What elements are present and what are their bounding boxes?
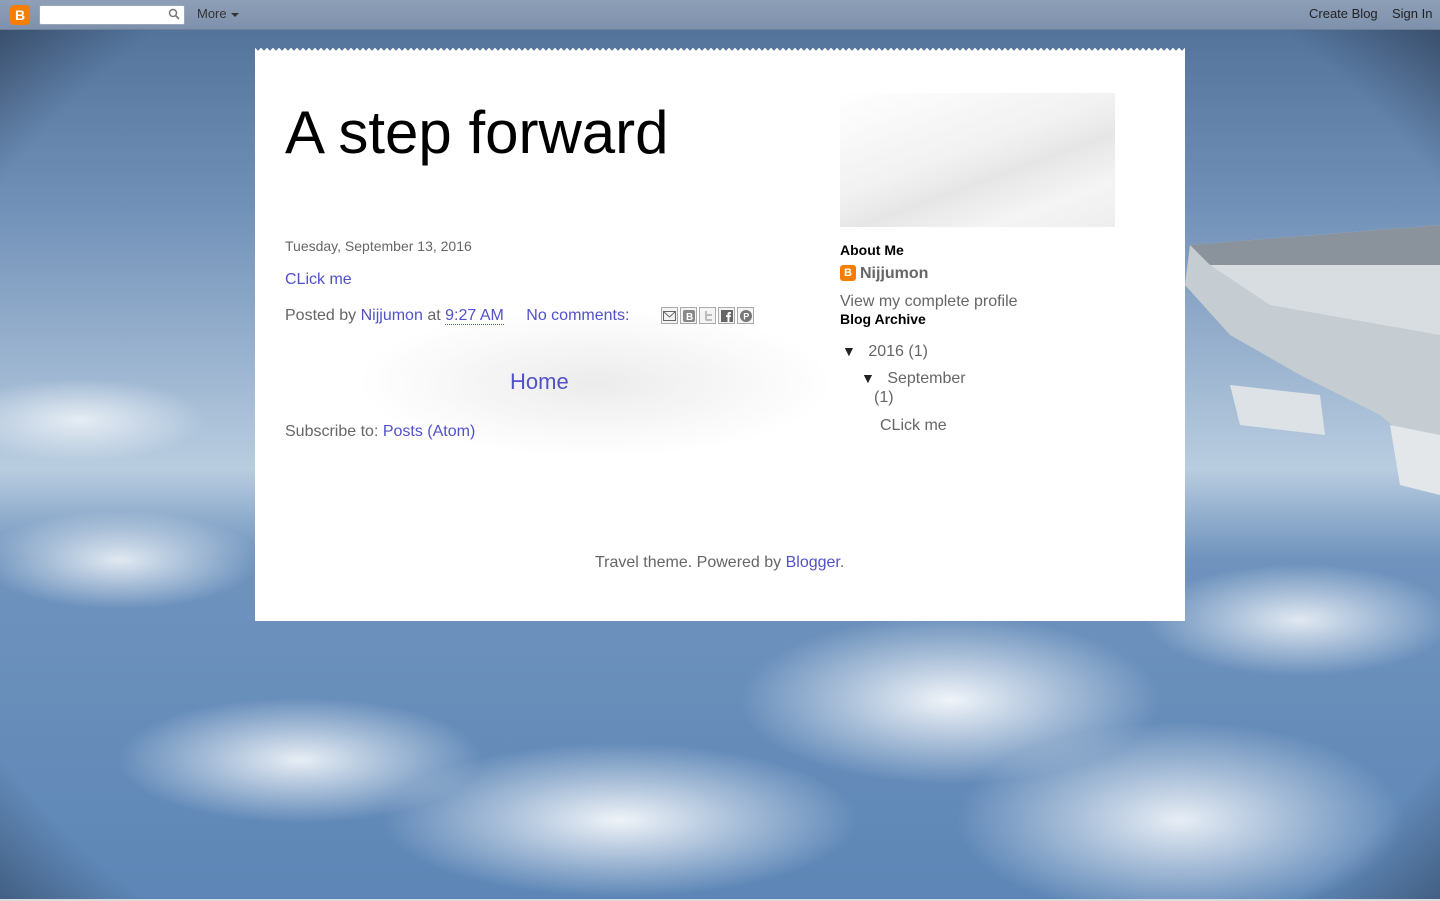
toggle-down-icon[interactable]: ▼	[842, 343, 856, 359]
archive-month-link[interactable]: September	[887, 370, 965, 387]
airplane-wing-background	[1185, 225, 1440, 495]
home-link[interactable]: Home	[510, 369, 569, 395]
post-footer: Posted by Nijjumon at 9:27 AM No comment…	[285, 307, 629, 325]
archive-year-link[interactable]: 2016	[868, 343, 904, 360]
main-content: A step forward Tuesday, September 13, 20…	[255, 53, 1185, 621]
post-time-link[interactable]: 9:27 AM	[445, 307, 504, 325]
search-icon[interactable]	[168, 8, 180, 20]
blog-title[interactable]: A step forward	[285, 98, 669, 167]
subscribe-section: Subscribe to: Posts (Atom)	[285, 423, 475, 441]
at-label: at	[427, 307, 441, 324]
archive-year-row: ▼ 2016 (1)	[842, 343, 928, 361]
archive-month-row: ▼ September	[861, 370, 966, 388]
footer-period: .	[839, 554, 845, 571]
caret-down-icon	[231, 12, 240, 17]
posts-atom-link[interactable]: Posts (Atom)	[383, 423, 475, 440]
paper-texture	[840, 93, 1115, 227]
subscribe-label: Subscribe to:	[285, 423, 379, 440]
more-label: More	[197, 6, 227, 21]
share-buttons: B P	[661, 307, 756, 327]
sign-in-link[interactable]: Sign In	[1392, 6, 1432, 21]
post-date: Tuesday, September 13, 2016	[285, 238, 472, 254]
blogthis-icon[interactable]: B	[680, 307, 697, 324]
svg-text:P: P	[743, 311, 749, 321]
archive-post-link[interactable]: CLick me	[880, 417, 947, 435]
post-title-link[interactable]: CLick me	[285, 271, 352, 289]
view-profile-link[interactable]: View my complete profile	[840, 293, 1018, 311]
blogger-link[interactable]: Blogger	[786, 554, 840, 571]
search-input[interactable]	[39, 5, 185, 25]
pinterest-icon[interactable]: P	[737, 307, 754, 324]
more-menu[interactable]: More	[197, 6, 240, 21]
twitter-icon[interactable]	[699, 307, 716, 324]
author-link[interactable]: Nijjumon	[361, 307, 423, 324]
comments-link[interactable]: No comments:	[526, 307, 629, 324]
archive-year-count: (1)	[908, 343, 928, 360]
toggle-down-icon[interactable]: ▼	[861, 370, 875, 386]
blogger-navbar: B More Create Blog Sign In	[0, 0, 1440, 30]
footer-text: Travel theme. Powered by	[595, 554, 782, 571]
facebook-icon[interactable]	[718, 307, 735, 324]
about-me-heading: About Me	[840, 242, 904, 258]
blogger-profile-icon: B	[840, 265, 856, 281]
footer: Travel theme. Powered by Blogger.	[595, 554, 844, 572]
email-icon[interactable]	[661, 307, 678, 324]
posted-by-label: Posted by	[285, 307, 357, 324]
blogger-logo-icon[interactable]: B	[10, 5, 30, 25]
svg-text:B: B	[686, 312, 693, 322]
create-blog-link[interactable]: Create Blog	[1309, 6, 1378, 21]
blog-archive-heading: Blog Archive	[840, 311, 926, 327]
archive-month-count: (1)	[874, 389, 894, 406]
profile-name-link[interactable]: Nijjumon	[860, 265, 928, 283]
